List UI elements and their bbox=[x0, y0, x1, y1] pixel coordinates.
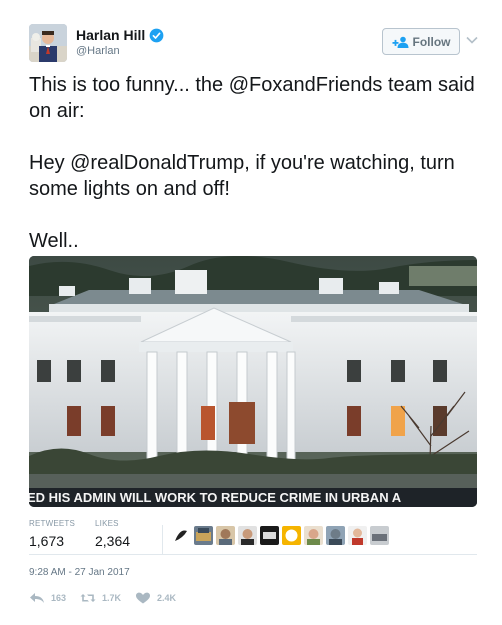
tweet-paragraph-2: Hey @realDonaldTrump, if you're watching… bbox=[29, 152, 455, 200]
stats-divider bbox=[29, 554, 477, 555]
avatar[interactable] bbox=[194, 526, 213, 545]
follow-person-icon bbox=[392, 36, 408, 48]
tweet-text: This is too funny... the @FoxandFriends … bbox=[29, 72, 479, 254]
avatar[interactable] bbox=[172, 526, 191, 545]
avatar[interactable] bbox=[238, 526, 257, 545]
verified-badge-icon bbox=[149, 28, 164, 42]
tweet-timestamp[interactable]: 9:28 AM - 27 Jan 2017 bbox=[29, 567, 130, 578]
like-count: 2.4K bbox=[157, 593, 177, 603]
media-ticker-text: ED HIS ADMIN WILL WORK TO REDUCE CRIME I… bbox=[29, 490, 402, 505]
tweet-actions: 163 1.7K 2.4K bbox=[29, 592, 190, 604]
avatar[interactable] bbox=[260, 526, 279, 545]
reply-button[interactable]: 163 bbox=[29, 592, 66, 604]
tweet-paragraph-1: This is too funny... the @FoxandFriends … bbox=[29, 74, 475, 122]
reply-icon bbox=[30, 593, 44, 603]
author-handle[interactable]: @Harlan bbox=[76, 45, 120, 57]
tweet-card: Harlan Hill @Harlan Follow This is too f… bbox=[0, 0, 502, 625]
avatar[interactable] bbox=[326, 526, 345, 545]
liked-by-avatars bbox=[172, 526, 389, 545]
engagement-stats: RETWEETS 1,673 LIKES 2,364 bbox=[29, 519, 477, 555]
author-name[interactable]: Harlan Hill bbox=[76, 27, 145, 43]
avatar[interactable] bbox=[282, 526, 301, 545]
retweet-count: 1.7K bbox=[102, 593, 122, 603]
reply-count: 163 bbox=[51, 593, 67, 603]
retweets-label: RETWEETS bbox=[29, 519, 76, 528]
heart-icon bbox=[136, 592, 151, 604]
follow-label: Follow bbox=[412, 34, 451, 49]
mention-link[interactable]: @FoxandFriends bbox=[229, 74, 383, 96]
avatar[interactable] bbox=[370, 526, 389, 545]
tweet-paragraph-3: Well.. bbox=[29, 230, 79, 252]
retweets-count: 1,673 bbox=[29, 533, 65, 549]
author-name-row: Harlan Hill bbox=[76, 27, 164, 43]
stats-separator bbox=[162, 525, 163, 555]
chevron-down-icon[interactable] bbox=[466, 36, 478, 44]
retweet-icon bbox=[80, 594, 96, 602]
retweet-button[interactable]: 1.7K bbox=[80, 592, 121, 604]
avatar[interactable] bbox=[216, 526, 235, 545]
retweets-stat[interactable]: RETWEETS 1,673 bbox=[29, 519, 75, 549]
like-button[interactable]: 2.4K bbox=[135, 592, 176, 604]
likes-stat[interactable]: LIKES 2,364 bbox=[95, 519, 130, 549]
avatar[interactable] bbox=[29, 24, 67, 62]
follow-button[interactable]: Follow bbox=[382, 28, 460, 55]
tweet-media-image[interactable]: ED HIS ADMIN WILL WORK TO REDUCE CRIME I… bbox=[29, 256, 477, 507]
avatar[interactable] bbox=[304, 526, 323, 545]
likes-count: 2,364 bbox=[95, 533, 131, 549]
likes-label: LIKES bbox=[95, 519, 119, 528]
mention-link[interactable]: @realDonaldTrump bbox=[70, 152, 244, 174]
avatar[interactable] bbox=[348, 526, 367, 545]
